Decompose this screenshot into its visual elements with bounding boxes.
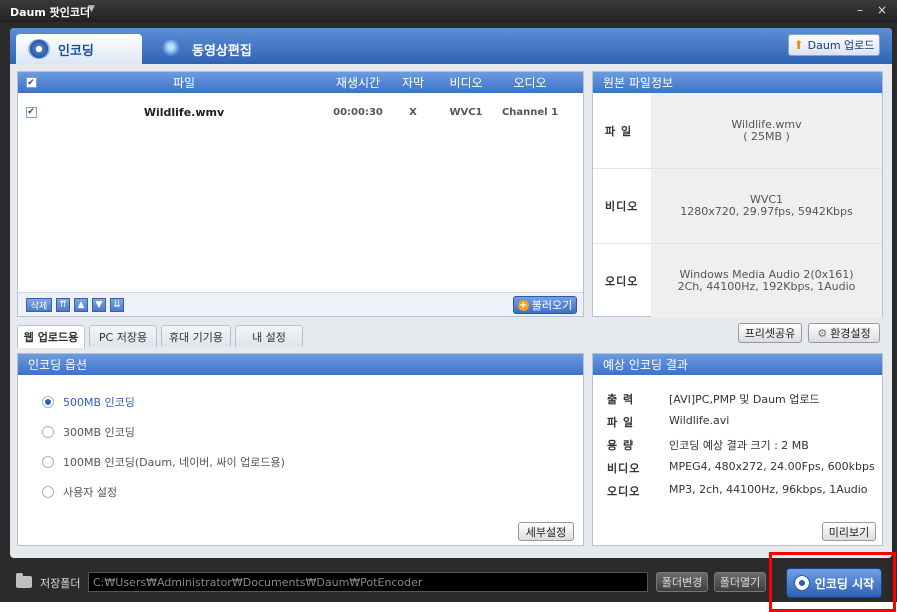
source-file-size: ( 25MB ) bbox=[743, 129, 790, 143]
encoding-options-title: 인코딩 옵션 bbox=[18, 354, 583, 375]
change-folder-button[interactable]: 폴더변경 bbox=[656, 572, 708, 592]
file-subtitle: X bbox=[409, 106, 417, 118]
file-list-header: ✔ 파일 재생시간 자막 비디오 오디오 bbox=[18, 72, 583, 93]
expected-result-panel: 예상 인코딩 결과 출 력 [AVI]PC,PMP 및 Daum 업로드 파 일… bbox=[592, 353, 883, 546]
result-row-file: 파 일 Wildlife.avi bbox=[607, 414, 730, 429]
gear-icon: ⚙ bbox=[817, 326, 828, 340]
option-custom[interactable]: 사용자 설정 bbox=[42, 484, 117, 500]
save-path-field[interactable]: C:₩Users₩Administrator₩Documents₩Daum₩Po… bbox=[88, 572, 648, 592]
column-file[interactable]: 파일 bbox=[44, 74, 324, 91]
select-all-checkbox[interactable]: ✔ bbox=[25, 77, 37, 88]
video-edit-icon bbox=[162, 39, 184, 59]
encoding-start-icon bbox=[793, 575, 810, 591]
file-list-panel: ✔ 파일 재생시간 자막 비디오 오디오 ✔ Wildlife.wmv 00:0… bbox=[17, 71, 584, 317]
main-area: 인코딩 동영상편집 ⬆ Daum 업로드 ✔ 파일 재생시간 자막 비디오 오디… bbox=[10, 28, 892, 558]
tab-web-upload[interactable]: 웹 업로드용 bbox=[17, 325, 85, 348]
daum-upload-button[interactable]: ⬆ Daum 업로드 bbox=[788, 34, 880, 56]
radio-500mb[interactable] bbox=[42, 396, 54, 408]
preview-button[interactable]: 미리보기 bbox=[822, 522, 876, 541]
folder-icon bbox=[16, 573, 32, 588]
option-100mb[interactable]: 100MB 인코딩(Daum, 네이버, 싸이 업로드용) bbox=[42, 454, 285, 470]
upload-arrow-icon: ⬆ bbox=[793, 38, 804, 52]
source-audio-codec: Windows Media Audio 2(0x161) bbox=[679, 267, 854, 281]
file-duration: 00:00:30 bbox=[333, 106, 383, 118]
result-row-audio: 오디오 MP3, 2ch, 44100Hz, 96kbps, 1Audio bbox=[607, 483, 868, 498]
tab-video-edit[interactable]: 동영상편집 bbox=[150, 34, 270, 64]
file-row[interactable]: ✔ Wildlife.wmv 00:00:30 X WVC1 Channel 1 bbox=[18, 103, 583, 121]
source-video-label: 비디오 bbox=[605, 200, 639, 213]
radio-300mb[interactable] bbox=[42, 426, 54, 438]
delete-button[interactable]: 삭제 bbox=[26, 298, 52, 312]
minimize-button[interactable]: – bbox=[857, 3, 863, 17]
move-up-button[interactable]: ▲ bbox=[74, 298, 88, 312]
app-title: Daum 팟인코더 bbox=[10, 6, 91, 19]
save-folder-label: 저장폴더 bbox=[40, 577, 81, 590]
menu-caret-icon[interactable]: ▼ bbox=[88, 4, 95, 14]
radio-100mb[interactable] bbox=[42, 456, 54, 468]
tab-video-edit-label: 동영상편집 bbox=[192, 43, 252, 59]
move-down-button[interactable]: ▼ bbox=[92, 298, 106, 312]
source-video-detail: 1280x720, 29.97fps, 5942Kbps bbox=[680, 205, 853, 218]
source-info-panel: 원본 파일정보 파 일 Wildlife.wmv ( 25MB ) 비디오 WV… bbox=[592, 71, 883, 317]
column-duration[interactable]: 재생시간 bbox=[324, 74, 392, 91]
source-audio-label: 오디오 bbox=[605, 274, 639, 288]
load-button-label: 불러오기 bbox=[531, 299, 573, 312]
daum-upload-label: Daum 업로드 bbox=[807, 39, 875, 52]
plus-icon: + bbox=[517, 299, 529, 311]
radio-custom[interactable] bbox=[42, 486, 54, 498]
tab-mobile[interactable]: 휴대 기기용 bbox=[161, 325, 231, 347]
encoding-options-panel: 인코딩 옵션 500MB 인코딩 300MB 인코딩 100MB 인코딩(Dau… bbox=[17, 353, 584, 546]
tab-pc-save[interactable]: PC 저장용 bbox=[89, 325, 157, 347]
source-audio-detail: 2Ch, 44100Hz, 192Kbps, 1Audio bbox=[677, 279, 856, 293]
env-settings-label: 환경설정 bbox=[830, 327, 871, 340]
move-bottom-button[interactable]: ⇊ bbox=[110, 298, 124, 312]
result-row-size: 용 량 인코딩 예상 결과 크기 : 2 MB bbox=[607, 439, 809, 452]
source-file-label: 파 일 bbox=[605, 124, 633, 138]
option-500mb[interactable]: 500MB 인코딩 bbox=[42, 394, 135, 410]
app-window: Daum 팟인코더 ▼ – × 인코딩 동영상편집 ⬆ Daum 업로드 ✔ 파… bbox=[0, 0, 897, 602]
encoding-disc-icon bbox=[28, 39, 50, 59]
source-info-title: 원본 파일정보 bbox=[593, 72, 882, 93]
result-row-video: 비디오 MPEG4, 480x272, 24.00Fps, 600kbps bbox=[607, 460, 875, 475]
result-row-output: 출 력 [AVI]PC,PMP 및 Daum 업로드 bbox=[607, 393, 820, 406]
start-encoding-label: 인코딩 시작 bbox=[814, 576, 875, 591]
file-name: Wildlife.wmv bbox=[143, 105, 225, 119]
option-300mb[interactable]: 300MB 인코딩 bbox=[42, 424, 135, 440]
expected-result-title: 예상 인코딩 결과 bbox=[593, 354, 882, 375]
load-button[interactable]: + 불러오기 bbox=[513, 296, 577, 314]
title-bar: Daum 팟인코더 ▼ – × bbox=[0, 0, 897, 22]
column-audio[interactable]: 오디오 bbox=[498, 74, 562, 91]
file-row-checkbox[interactable]: ✔ bbox=[25, 106, 37, 118]
close-button[interactable]: × bbox=[877, 3, 887, 17]
tab-encoding[interactable]: 인코딩 bbox=[16, 34, 142, 64]
source-info-row-file: 파 일 Wildlife.wmv ( 25MB ) bbox=[593, 93, 882, 168]
tab-encoding-label: 인코딩 bbox=[58, 43, 94, 59]
source-file-name: Wildlife.wmv bbox=[731, 117, 802, 131]
bottom-bar: 저장폴더 C:₩Users₩Administrator₩Documents₩Da… bbox=[0, 562, 897, 602]
detail-settings-button[interactable]: 세부설정 bbox=[518, 522, 574, 541]
file-list-toolbar: 삭제 ⇈ ▲ ▼ ⇊ + 불러오기 bbox=[18, 292, 583, 316]
file-audio: Channel 1 bbox=[501, 106, 559, 118]
env-settings-button[interactable]: ⚙ 환경설정 bbox=[808, 323, 880, 343]
tab-my-settings[interactable]: 내 설정 bbox=[235, 325, 303, 347]
file-video: WVC1 bbox=[449, 106, 483, 118]
column-video[interactable]: 비디오 bbox=[434, 74, 498, 91]
preset-share-button[interactable]: 프리셋공유 bbox=[738, 323, 802, 343]
start-encoding-button[interactable]: 인코딩 시작 bbox=[786, 568, 882, 598]
source-info-row-audio: 오디오 Windows Media Audio 2(0x161) 2Ch, 44… bbox=[593, 243, 882, 317]
source-info-row-video: 비디오 WVC1 1280x720, 29.97fps, 5942Kbps bbox=[593, 168, 882, 243]
column-subtitle[interactable]: 자막 bbox=[392, 74, 434, 91]
main-tab-bar: 인코딩 동영상편집 ⬆ Daum 업로드 bbox=[10, 28, 892, 64]
move-top-button[interactable]: ⇈ bbox=[56, 298, 70, 312]
open-folder-button[interactable]: 폴더열기 bbox=[714, 572, 766, 592]
